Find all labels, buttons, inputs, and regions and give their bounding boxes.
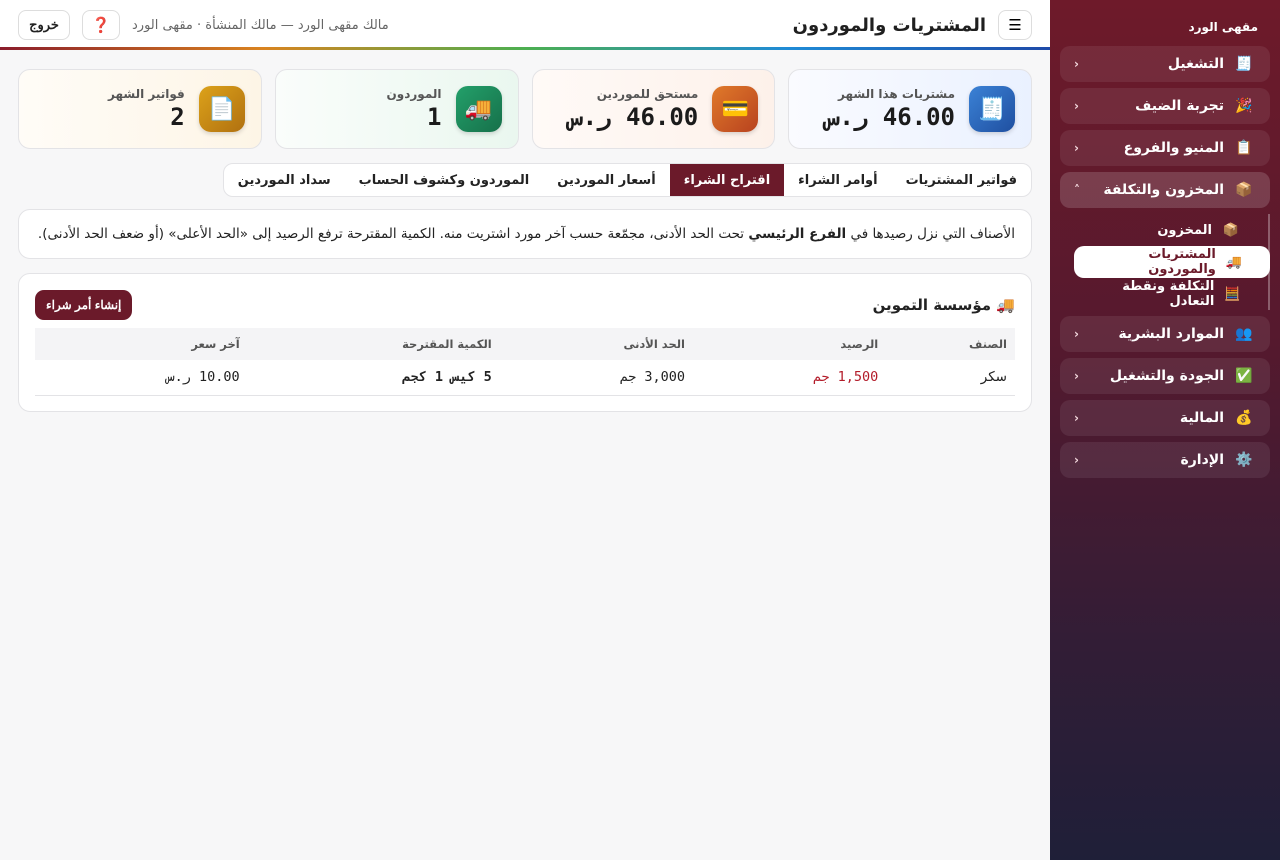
credit-card-icon: 💳 bbox=[712, 86, 759, 132]
sidebar-group-label: الإدارة bbox=[1180, 452, 1224, 468]
stats-row: 🧾 مشتريات هذا الشهر 46.00 ر.س 💳 مستحق لل… bbox=[18, 69, 1032, 149]
stat-card-monthly-purchases: 🧾 مشتريات هذا الشهر 46.00 ر.س bbox=[788, 69, 1032, 149]
supplier-title: 🚚 مؤسسة التموين bbox=[873, 296, 1015, 314]
sidebar-item-cost-breakeven[interactable]: 🧮 التكلفة ونقطة التعادل bbox=[1074, 278, 1268, 310]
stat-label: مستحق للموردين bbox=[596, 87, 699, 101]
sidebar-subnav: 📦 المخزون 🚚 المشتريات والموردون 🧮 التكلف… bbox=[1074, 214, 1270, 310]
logout-button[interactable]: خروج bbox=[18, 10, 70, 40]
tab-supplier-prices[interactable]: أسعار الموردين bbox=[543, 164, 669, 196]
chevron-left-icon: ‹ bbox=[1074, 453, 1079, 467]
supplier-name: مؤسسة التموين bbox=[872, 296, 992, 314]
stat-value: 2 bbox=[170, 103, 185, 131]
stat-label: الموردون bbox=[386, 87, 442, 101]
sidebar-item-label: المشتريات والموردون bbox=[1148, 247, 1216, 277]
sidebar-group-inventory-cost[interactable]: 📦 المخزون والتكلفة ˄ bbox=[1060, 172, 1270, 208]
chevron-left-icon: ‹ bbox=[1074, 411, 1079, 425]
sidebar-group-label: المالية bbox=[1179, 410, 1224, 426]
sidebar-group-quality[interactable]: ✅ الجودة والتشغيل ‹ bbox=[1060, 358, 1270, 394]
sidebar-group-label: تجربة الضيف bbox=[1135, 98, 1224, 114]
sidebar-group-label: المخزون والتكلفة bbox=[1103, 182, 1224, 198]
stat-label: مشتريات هذا الشهر bbox=[837, 87, 955, 101]
stat-label: فواتير الشهر bbox=[107, 87, 185, 101]
receipt-icon: 🧾 bbox=[969, 86, 1015, 132]
sidebar-group-label: الجودة والتشغيل bbox=[1109, 368, 1224, 384]
table-row: سكر 1,500 جم 3,000 جم 5 كيس 1 كجم 10.00 … bbox=[35, 360, 1015, 396]
column-header-item: الصنف bbox=[886, 328, 1015, 360]
owner-info: مالك مقهى الورد — مالك المنشأة · مقهى ال… bbox=[132, 17, 389, 33]
stat-card-suppliers: 🚚 الموردون 1 bbox=[274, 69, 519, 149]
sidebar: مقهى الورد 🧾 التشغيل ‹ 🎉 تجربة الضيف ‹ 📋… bbox=[1050, 0, 1280, 860]
menu-toggle-button[interactable]: ☰ bbox=[998, 10, 1032, 40]
check-icon: ✅ bbox=[1235, 368, 1253, 384]
sidebar-item-purchases-suppliers[interactable]: 🚚 المشتريات والموردون bbox=[1074, 246, 1270, 278]
info-text: الأصناف التي نزل رصيدها في الفرع الرئيسي… bbox=[37, 226, 1015, 242]
info-note: الأصناف التي نزل رصيدها في الفرع الرئيسي… bbox=[18, 209, 1032, 259]
chevron-left-icon: ‹ bbox=[1074, 57, 1079, 71]
truck-icon: 🚚 bbox=[996, 296, 1015, 314]
money-bag-icon: 💰 bbox=[1235, 410, 1253, 426]
sidebar-item-label: التكلفة ونقطة التعادل bbox=[1122, 279, 1215, 309]
chevron-left-icon: ‹ bbox=[1074, 141, 1079, 155]
column-header-last-price: آخر سعر bbox=[35, 328, 248, 360]
chevron-left-icon: ‹ bbox=[1074, 327, 1079, 341]
suggestion-table: الصنف الرصيد الحد الأدنى الكمية المقترحة… bbox=[35, 328, 1015, 396]
tab-purchase-invoices[interactable]: فواتير المشتريات bbox=[892, 164, 1031, 196]
truck-icon: 🚚 bbox=[455, 86, 502, 132]
cell-min: 3,000 جم bbox=[499, 360, 693, 396]
page-title: المشتريات والموردون bbox=[792, 14, 986, 36]
party-icon: 🎉 bbox=[1235, 98, 1253, 114]
stat-value: 46.00 ر.س bbox=[568, 103, 699, 131]
cell-balance: 1,500 جم bbox=[693, 360, 887, 396]
sidebar-item-label: المخزون bbox=[1157, 222, 1212, 238]
sidebar-item-inventory[interactable]: 📦 المخزون bbox=[1074, 214, 1268, 246]
sidebar-group-label: التشغيل bbox=[1167, 56, 1224, 72]
chevron-up-icon: ˄ bbox=[1074, 183, 1080, 197]
sidebar-group-operations[interactable]: 🧾 التشغيل ‹ bbox=[1060, 46, 1270, 82]
sidebar-group-finance[interactable]: 💰 المالية ‹ bbox=[1060, 400, 1270, 436]
cell-suggested: 5 كيس 1 كجم bbox=[247, 360, 500, 396]
tab-supplier-payments[interactable]: سداد الموردين bbox=[224, 164, 345, 196]
create-purchase-order-button[interactable]: إنشاء أمر شراء bbox=[35, 290, 133, 320]
supplier-card: 🚚 مؤسسة التموين إنشاء أمر شراء الصنف الر… bbox=[18, 273, 1032, 412]
tabs: فواتير المشتريات أوامر الشراء اقتراح الش… bbox=[222, 163, 1032, 197]
document-icon: 📄 bbox=[198, 86, 245, 132]
column-header-min: الحد الأدنى bbox=[499, 328, 693, 360]
column-header-suggested: الكمية المقترحة bbox=[247, 328, 500, 360]
gear-icon: ⚙️ bbox=[1235, 452, 1253, 468]
package-icon: 📦 bbox=[1222, 222, 1240, 238]
people-icon: 👥 bbox=[1235, 326, 1253, 342]
sidebar-group-admin[interactable]: ⚙️ الإدارة ‹ bbox=[1060, 442, 1270, 478]
sidebar-group-menu-branches[interactable]: 📋 المنيو والفروع ‹ bbox=[1060, 130, 1270, 166]
sidebar-group-guest-experience[interactable]: 🎉 تجربة الضيف ‹ bbox=[1060, 88, 1270, 124]
receipt-icon: 🧾 bbox=[1235, 56, 1253, 72]
truck-icon: 🚚 bbox=[1225, 254, 1243, 270]
help-button[interactable]: ❓ bbox=[82, 10, 120, 40]
stat-value: 1 bbox=[427, 103, 442, 131]
question-icon: ❓ bbox=[91, 17, 111, 34]
sidebar-group-hr[interactable]: 👥 الموارد البشرية ‹ bbox=[1060, 316, 1270, 352]
tab-suppliers-statements[interactable]: الموردون وكشوف الحساب bbox=[345, 164, 544, 196]
hamburger-icon: ☰ bbox=[1008, 17, 1022, 34]
stat-card-due-to-suppliers: 💳 مستحق للموردين 46.00 ر.س bbox=[531, 69, 776, 149]
sidebar-group-label: الموارد البشرية bbox=[1118, 326, 1224, 342]
stat-card-monthly-invoices: 📄 فواتير الشهر 2 bbox=[18, 69, 262, 149]
brand-name: مقهى الورد bbox=[1188, 20, 1258, 34]
tab-purchase-suggestion[interactable]: اقتراح الشراء bbox=[669, 164, 785, 196]
cell-last-price: 10.00 ر.س bbox=[35, 360, 248, 396]
package-icon: 📦 bbox=[1235, 182, 1253, 198]
cell-item: سكر bbox=[886, 360, 1015, 396]
abacus-icon: 🧮 bbox=[1224, 286, 1241, 302]
clipboard-icon: 📋 bbox=[1235, 140, 1253, 156]
tab-purchase-orders[interactable]: أوامر الشراء bbox=[784, 164, 891, 196]
chevron-left-icon: ‹ bbox=[1074, 99, 1079, 113]
column-header-balance: الرصيد bbox=[693, 328, 887, 360]
chevron-left-icon: ‹ bbox=[1074, 369, 1079, 383]
sidebar-group-label: المنيو والفروع bbox=[1123, 140, 1224, 156]
stat-value: 46.00 ر.س bbox=[824, 103, 955, 131]
top-bar: ☰ المشتريات والموردون مالك مقهى الورد — … bbox=[0, 0, 1050, 50]
main-content: 🧾 مشتريات هذا الشهر 46.00 ر.س 💳 مستحق لل… bbox=[0, 50, 1050, 431]
